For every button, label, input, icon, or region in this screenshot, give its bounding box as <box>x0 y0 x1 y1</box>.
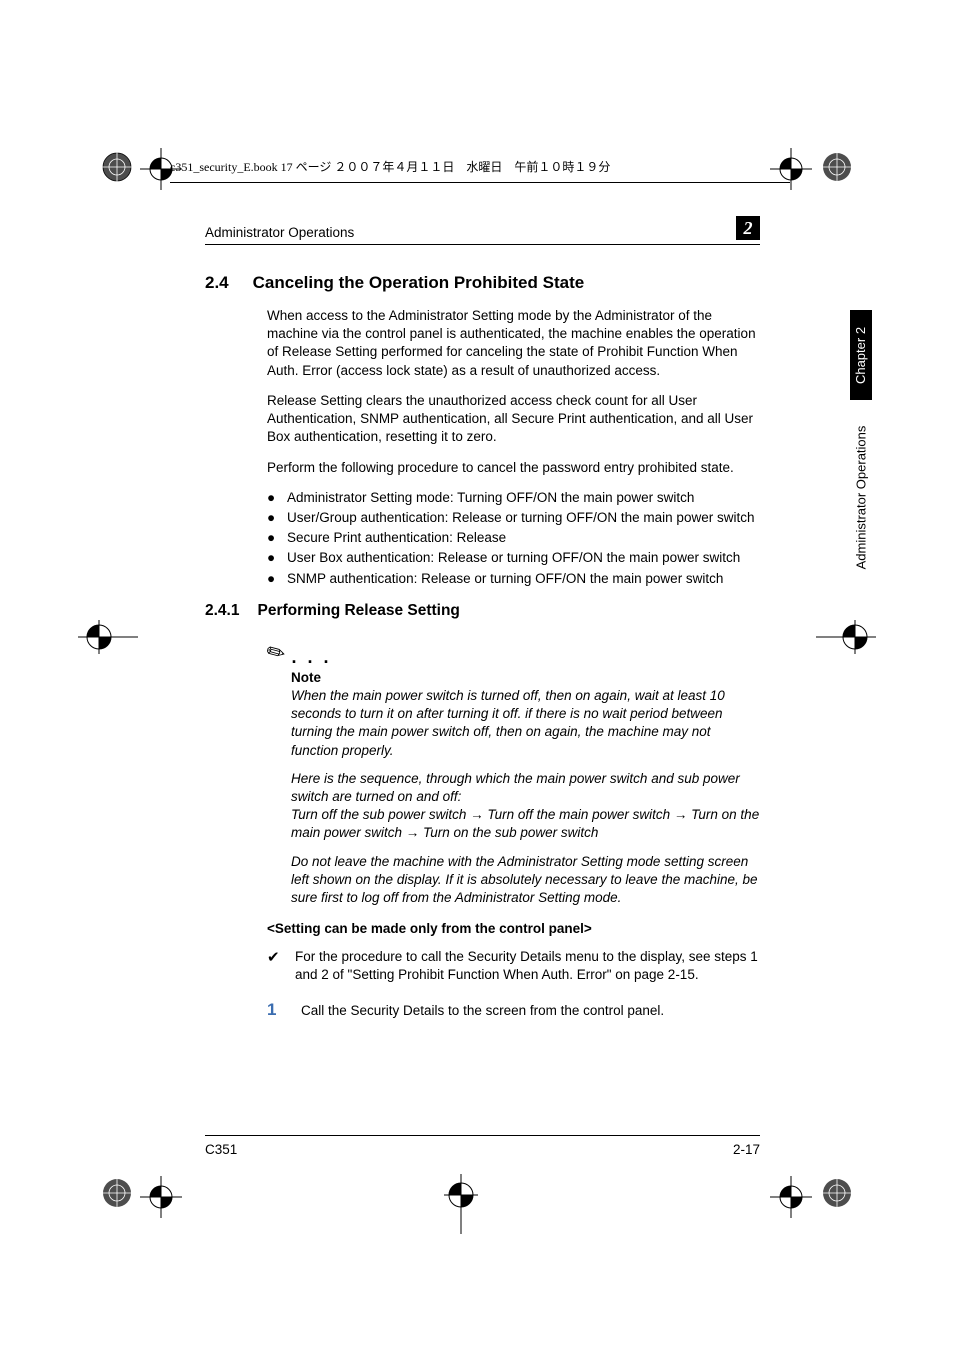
note-paragraph: Here is the sequence, through which the … <box>291 770 760 806</box>
side-tab: Chapter 2 Administrator Operations <box>850 310 872 610</box>
crosshair-mark-icon <box>816 616 876 658</box>
crop-info-text: c351_security_E.book 17 ページ ２００７年４月１１日 水… <box>170 160 610 174</box>
section-number: 2.4 <box>205 273 229 293</box>
pencil-icon: ✎ <box>262 637 291 669</box>
list-item-text: Secure Print authentication: Release <box>287 529 506 547</box>
check-item-text: For the procedure to call the Security D… <box>295 948 760 984</box>
note-icon-row: ✎ . . . <box>267 640 760 666</box>
list-item-text: User/Group authentication: Release or tu… <box>287 509 754 527</box>
page-footer: C351 2-17 <box>205 1135 760 1157</box>
bullet-icon: ● <box>267 570 277 588</box>
subsection-number: 2.4.1 <box>205 602 239 620</box>
list-item-text: SNMP authentication: Release or turning … <box>287 570 723 588</box>
chapter-number-box: 2 <box>736 216 760 240</box>
body-paragraph: Release Setting clears the unauthorized … <box>267 392 760 447</box>
checkmark-icon: ✔ <box>267 948 283 984</box>
subsection-heading: 2.4.1 Performing Release Setting <box>205 602 760 620</box>
page-header: Administrator Operations 2 <box>205 216 760 245</box>
subsection-title: Performing Release Setting <box>257 602 459 620</box>
chapter-tab-label: Chapter 2 <box>854 326 869 383</box>
step-text: Call the Security Details to the screen … <box>301 1002 664 1020</box>
step-number: 1 <box>267 999 279 1022</box>
list-item: ● User Box authentication: Release or tur… <box>267 549 760 567</box>
section-title: Canceling the Operation Prohibited State <box>253 273 585 293</box>
registration-mark-icon <box>96 1172 138 1214</box>
list-item: ● SNMP authentication: Release or turning… <box>267 570 760 588</box>
bullet-icon: ● <box>267 549 277 567</box>
check-item: ✔ For the procedure to call the Security… <box>267 948 760 984</box>
section-tab-label: Administrator Operations <box>854 425 869 569</box>
bullet-list: ● Administrator Setting mode: Turning OFF… <box>267 489 760 588</box>
footer-page-number: 2-17 <box>733 1142 760 1157</box>
note-block: ✎ . . . Note When the main power switch … <box>267 640 760 907</box>
step-item: 1 Call the Security Details to the scree… <box>267 999 760 1022</box>
chapter-tab: Chapter 2 <box>850 310 872 400</box>
panel-subtitle: <Setting can be made only from the contr… <box>267 921 760 936</box>
list-item: ● User/Group authentication: Release or t… <box>267 509 760 527</box>
body-paragraph: When access to the Administrator Setting… <box>267 307 760 380</box>
bullet-icon: ● <box>267 509 277 527</box>
crosshair-mark-icon <box>440 1174 482 1234</box>
registration-mark-icon <box>96 146 138 188</box>
chapter-number: 2 <box>744 218 753 239</box>
crosshair-mark-icon <box>770 1176 812 1218</box>
note-paragraph: Turn off the sub power switch → Turn off… <box>291 806 760 842</box>
bullet-icon: ● <box>267 529 277 547</box>
section-tab: Administrator Operations <box>850 402 872 592</box>
bullet-icon: ● <box>267 489 277 507</box>
list-item-text: Administrator Setting mode: Turning OFF/… <box>287 489 694 507</box>
crosshair-mark-icon <box>78 616 138 658</box>
list-item: ● Administrator Setting mode: Turning OFF… <box>267 489 760 507</box>
list-item: ● Secure Print authentication: Release <box>267 529 760 547</box>
registration-mark-icon <box>816 1172 858 1214</box>
note-paragraph: When the main power switch is turned off… <box>291 687 760 760</box>
page: c351_security_E.book 17 ページ ２００７年４月１１日 水… <box>0 0 954 1350</box>
footer-model: C351 <box>205 1142 237 1157</box>
content-area: Administrator Operations 2 2.4 Canceling… <box>205 216 760 1022</box>
note-paragraph: Do not leave the machine with the Admini… <box>291 853 760 908</box>
list-item-text: User Box authentication: Release or turn… <box>287 549 740 567</box>
body-paragraph: Perform the following procedure to cance… <box>267 459 760 477</box>
registration-mark-icon <box>816 146 858 188</box>
section-heading: 2.4 Canceling the Operation Prohibited S… <box>205 273 760 293</box>
crop-info-bar: c351_security_E.book 17 ページ ２００７年４月１１日 水… <box>170 158 790 183</box>
crosshair-mark-icon <box>140 1176 182 1218</box>
note-label: Note <box>291 670 760 685</box>
header-title: Administrator Operations <box>205 225 354 240</box>
note-dots-icon: . . . <box>291 652 331 662</box>
